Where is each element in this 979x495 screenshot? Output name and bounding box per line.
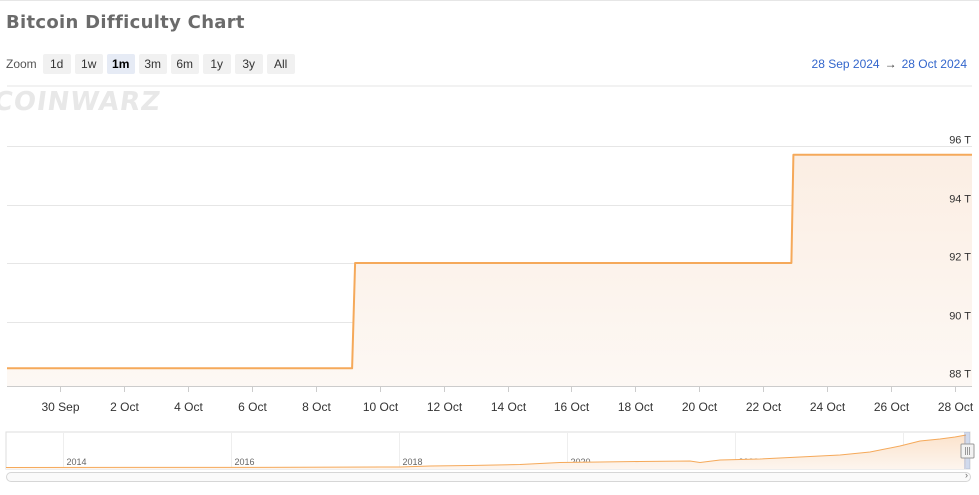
y-tick-label: 90 T	[949, 311, 971, 323]
y-tick-label: 96 T	[949, 135, 971, 147]
x-tick-label: 2 Oct	[110, 400, 139, 414]
scroll-right-icon[interactable]: ›	[965, 470, 968, 480]
navigator-year-label: 2016	[235, 457, 255, 467]
x-tick-label: 30 Sep	[41, 400, 79, 414]
x-tick-label: 26 Oct	[874, 400, 910, 414]
x-tick-label: 24 Oct	[810, 400, 846, 414]
x-tick-label: 10 Oct	[363, 400, 399, 414]
x-tick-label: 6 Oct	[238, 400, 267, 414]
x-tick-label: 28 Oct	[938, 400, 974, 414]
x-tick-label: 22 Oct	[746, 400, 782, 414]
x-tick-label: 14 Oct	[491, 400, 527, 414]
x-tick-label: 20 Oct	[682, 400, 718, 414]
coinwarz-watermark: COINWARZ	[0, 87, 163, 117]
x-tick-label: 16 Oct	[554, 400, 590, 414]
y-tick-label: 92 T	[949, 252, 971, 264]
x-tick-label: 8 Oct	[302, 400, 331, 414]
y-tick-label: 94 T	[949, 194, 971, 206]
x-tick-label: 12 Oct	[427, 400, 463, 414]
y-tick-label: 88 T	[949, 369, 971, 381]
x-tick-label: 18 Oct	[618, 400, 654, 414]
navigator-scrollbar[interactable]: ›	[6, 470, 971, 482]
x-tick-label: 4 Oct	[174, 400, 203, 414]
difficulty-area-fill	[7, 154, 972, 386]
difficulty-chart: COINWARZ 88 T 90 T 92 T 94 T 96 T 30 Sep 2 Oc…	[0, 85, 975, 470]
navigator-year-label: 2018	[403, 457, 423, 467]
navigator-year-label: 2014	[67, 457, 87, 467]
